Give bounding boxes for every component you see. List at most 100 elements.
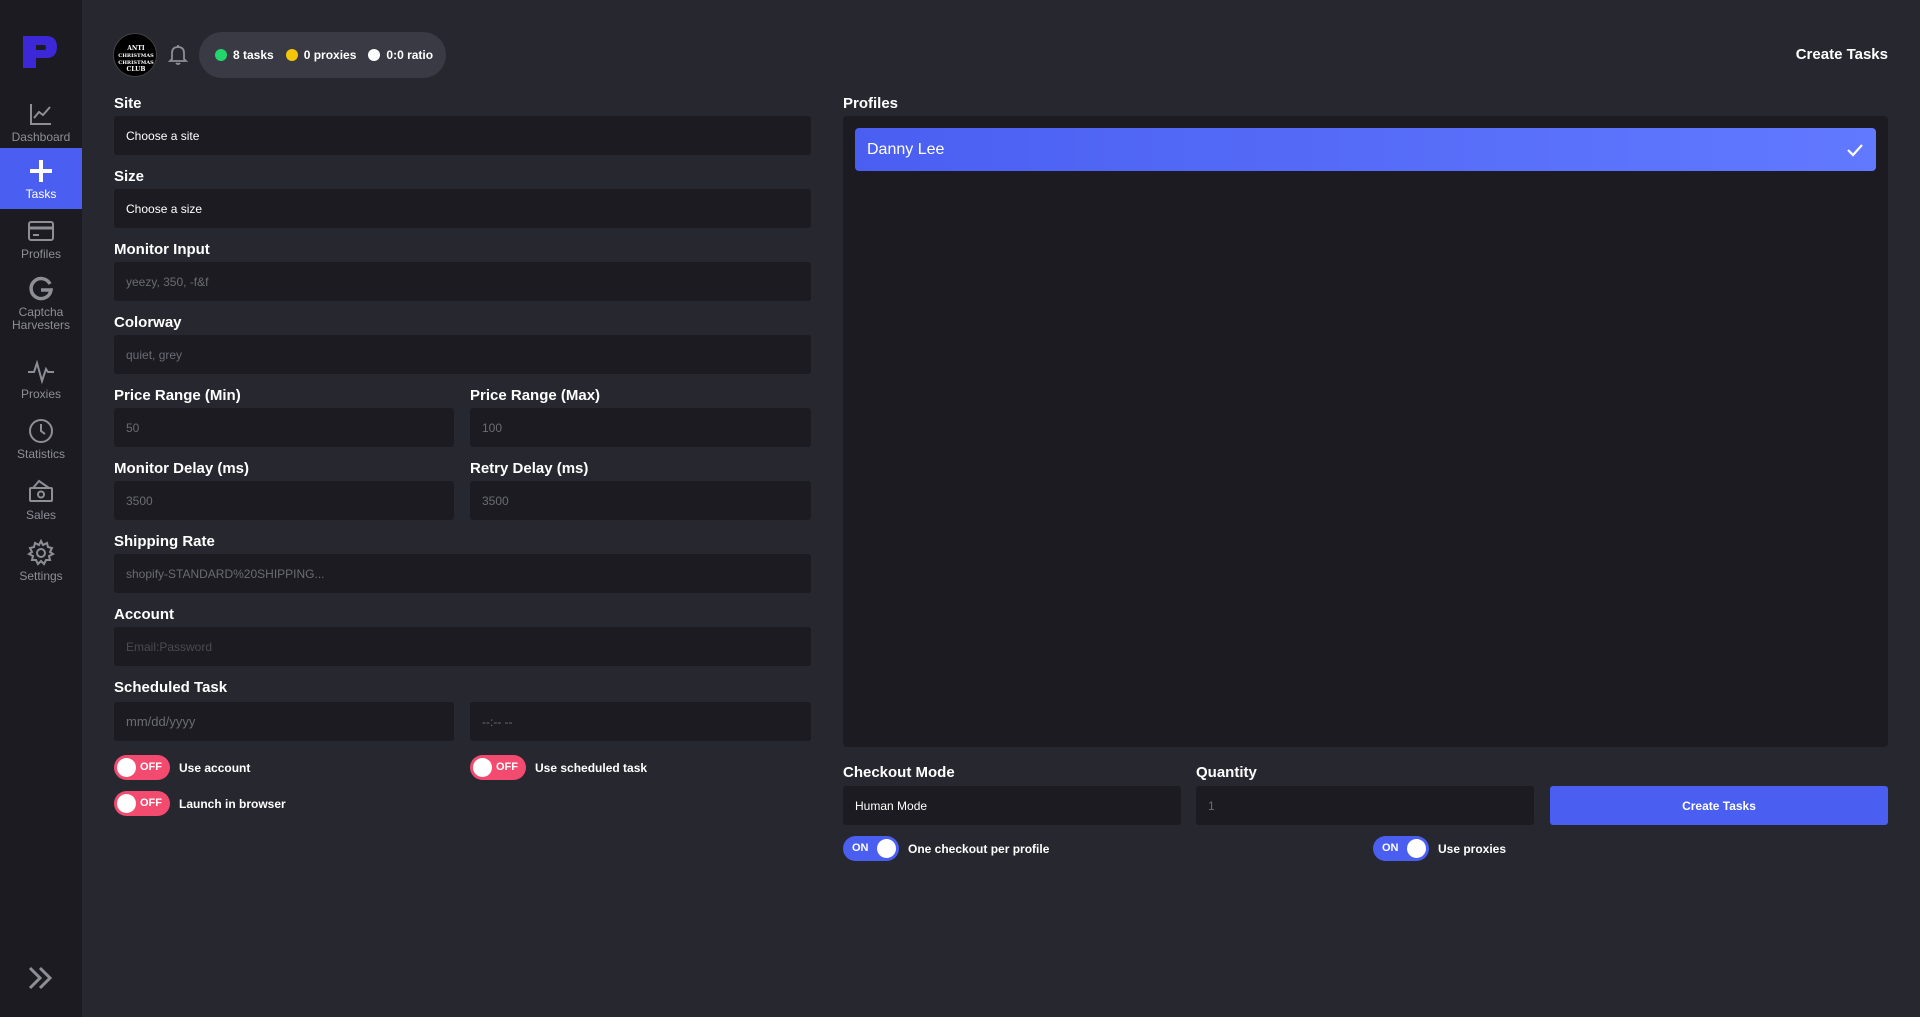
google-icon [29, 276, 54, 300]
use-account-toggle[interactable]: OFF [114, 755, 170, 780]
scheduled-task-label: Scheduled Task [114, 679, 228, 696]
sidebar-item-profiles[interactable]: Profiles [0, 208, 82, 269]
tasks-stat: 8 tasks [215, 48, 274, 62]
app-logo-icon[interactable] [20, 32, 60, 72]
proxies-count: 0 proxies [303, 48, 357, 62]
scheduled-date-field[interactable]: mm/dd/yyyy [114, 702, 454, 741]
sidebar-item-settings[interactable]: Settings [0, 530, 82, 591]
quantity-label: Quantity [1196, 764, 1257, 781]
colorway-label: Colorway [114, 314, 182, 331]
monitor-input-field[interactable]: yeezy, 350, -f&f [114, 262, 811, 301]
svg-text:CHRISTMAS: CHRISTMAS [118, 53, 154, 59]
sidebar-item-label: Proxies [20, 386, 61, 401]
sidebar-item-dashboard[interactable]: Dashboard [0, 91, 82, 152]
pulse-icon [28, 359, 54, 384]
toggle-knob [1407, 839, 1426, 858]
status-dot-white-icon [368, 49, 381, 61]
bell-icon[interactable] [166, 42, 190, 66]
create-tasks-button[interactable]: Create Tasks [1550, 786, 1888, 825]
use-proxies-label: Use proxies [1438, 841, 1507, 856]
retry-delay-label: Retry Delay (ms) [470, 460, 589, 477]
sidebar-item-label: Tasks [25, 186, 57, 201]
profile-name: Danny Lee [867, 140, 945, 158]
toggle-knob [473, 758, 492, 777]
toggle-state: OFF [496, 761, 518, 773]
status-dot-yellow-icon [285, 49, 298, 61]
toggle-state: OFF [140, 761, 162, 773]
price-min-field[interactable]: 50 [114, 408, 454, 447]
account-label: Account [114, 606, 174, 623]
colorway-field[interactable]: quiet, grey [114, 335, 811, 374]
money-icon [29, 479, 53, 502]
svg-text:ANTI: ANTI [126, 45, 145, 52]
account-field[interactable]: Email:Password [114, 627, 811, 666]
sidebar-item-label: Dashboard [11, 129, 71, 144]
monitor-delay-field[interactable]: 3500 [114, 481, 454, 520]
launch-browser-toggle[interactable]: OFF [114, 791, 170, 816]
sidebar-item-label: Statistics [16, 446, 65, 461]
sidebar-item-label: Profiles [20, 246, 61, 261]
site-select[interactable]: Choose a site [114, 116, 811, 155]
checkout-mode-label: Checkout Mode [843, 764, 955, 781]
sidebar-item-sales[interactable]: Sales [0, 469, 82, 530]
avatar[interactable]: ANTI CHRISTMAS CHRISTMAS CLUB [113, 33, 157, 77]
one-checkout-row: ON One checkout per profile [843, 836, 1049, 861]
toggle-state: ON [1382, 842, 1399, 854]
one-checkout-label: One checkout per profile [908, 841, 1050, 856]
profiles-list: Danny Lee [843, 116, 1888, 747]
retry-delay-field[interactable]: 3500 [470, 481, 811, 520]
gear-icon [27, 538, 55, 566]
sidebar: Dashboard Tasks Profiles Captcha Harvest… [0, 0, 82, 1017]
use-account-label: Use account [179, 760, 251, 775]
price-max-label: Price Range (Max) [470, 387, 601, 404]
launch-browser-row: OFF Launch in browser [114, 791, 286, 816]
check-icon [1847, 143, 1863, 157]
sidebar-item-tasks[interactable]: Tasks [0, 148, 82, 209]
credit-card-icon [28, 220, 54, 241]
sidebar-item-label: Captcha Harvesters [11, 304, 70, 332]
checkout-mode-select[interactable]: Human Mode [843, 786, 1181, 825]
toggle-knob [117, 758, 136, 777]
proxies-stat: 0 proxies [285, 48, 357, 62]
size-label: Size [114, 168, 145, 185]
shipping-rate-field[interactable]: shopify-STANDARD%20SHIPPING... [114, 554, 811, 593]
ratio-value: 0:0 ratio [386, 48, 434, 62]
plus-icon [30, 159, 52, 182]
status-dot-green-icon [215, 49, 227, 61]
sidebar-item-label: Sales [25, 507, 57, 522]
price-max-field[interactable]: 100 [470, 408, 811, 447]
use-scheduled-toggle[interactable]: OFF [470, 755, 526, 780]
sidebar-item-proxies[interactable]: Proxies [0, 348, 82, 409]
use-proxies-row: ON Use proxies [1373, 836, 1506, 861]
toggle-knob [877, 839, 896, 858]
toggle-state: ON [852, 842, 869, 854]
size-select[interactable]: Choose a size [114, 189, 811, 228]
use-scheduled-label: Use scheduled task [535, 760, 648, 775]
svg-text:CLUB: CLUB [127, 66, 146, 73]
status-summary: 8 tasks 0 proxies 0:0 ratio [199, 32, 446, 78]
use-scheduled-row: OFF Use scheduled task [470, 755, 647, 780]
tasks-count: 8 tasks [233, 48, 274, 62]
monitor-delay-label: Monitor Delay (ms) [114, 460, 250, 477]
launch-browser-label: Launch in browser [179, 796, 286, 811]
profiles-label: Profiles [843, 95, 899, 112]
chart-icon [30, 103, 51, 125]
quantity-field[interactable]: 1 [1196, 786, 1534, 825]
sidebar-item-captcha-harvesters[interactable]: Captcha Harvesters [0, 270, 82, 336]
toggle-knob [117, 794, 136, 813]
double-chevron-right-icon[interactable] [26, 963, 56, 993]
page-title: Create Tasks [1795, 46, 1888, 63]
clock-icon [29, 418, 53, 443]
price-min-label: Price Range (Min) [114, 387, 241, 404]
use-proxies-toggle[interactable]: ON [1373, 836, 1429, 861]
monitor-input-label: Monitor Input [114, 241, 210, 258]
one-checkout-toggle[interactable]: ON [843, 836, 899, 861]
site-label: Site [114, 95, 142, 112]
use-account-row: OFF Use account [114, 755, 250, 780]
profile-item[interactable]: Danny Lee [855, 128, 1876, 171]
toggle-state: OFF [140, 797, 162, 809]
sidebar-item-label: Settings [19, 568, 63, 583]
club-logo-icon: ANTI CHRISTMAS CHRISTMAS CLUB [114, 34, 156, 76]
scheduled-time-field[interactable]: --:-- -- [470, 702, 811, 741]
sidebar-item-statistics[interactable]: Statistics [0, 408, 82, 469]
